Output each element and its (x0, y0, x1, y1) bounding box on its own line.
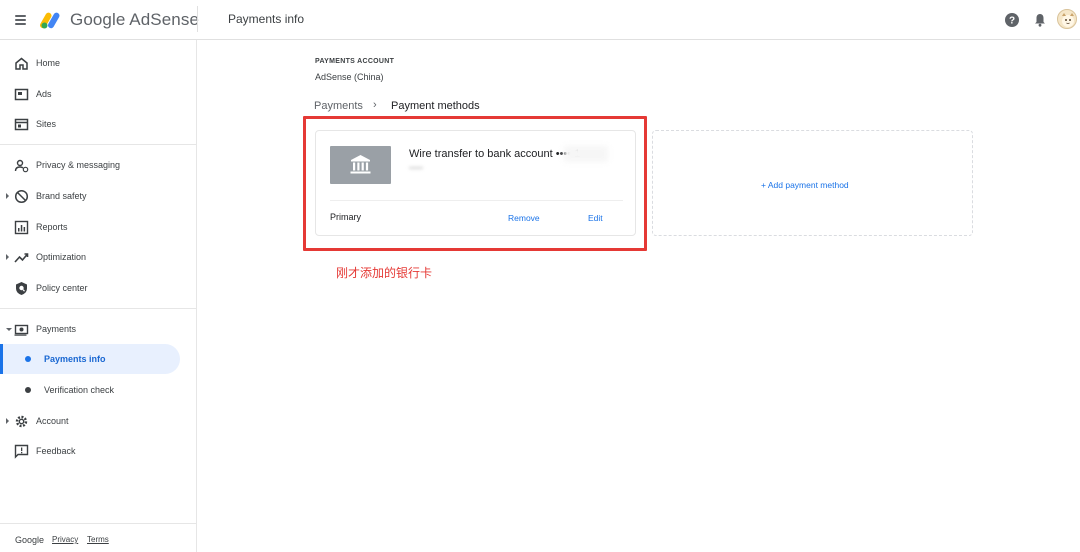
sidebar-item-brand-safety[interactable]: Brand safety (0, 181, 196, 211)
sidebar-item-policy-center[interactable]: Policy center (0, 273, 196, 303)
breadcrumb-current: Payment methods (391, 100, 480, 112)
sites-icon (14, 117, 29, 132)
sidebar-item-label: Verification check (44, 385, 115, 395)
topbar-divider (197, 6, 198, 32)
nav-divider (0, 144, 196, 145)
sidebar-item-label: Payments info (44, 354, 106, 364)
optimization-icon (14, 250, 29, 265)
chevron-down-icon (6, 327, 12, 331)
privacy-link[interactable]: Privacy (52, 535, 78, 544)
sidebar-item-ads[interactable]: Ads (0, 79, 196, 109)
sidebar: Home Ads Sites Privacy & messaging Brand… (0, 40, 197, 552)
sidebar-item-privacy-messaging[interactable]: Privacy & messaging (0, 150, 196, 180)
sidebar-item-label: Home (36, 58, 61, 68)
breadcrumb-separator: › (373, 99, 377, 111)
active-indicator (0, 344, 3, 374)
feedback-icon (14, 444, 29, 459)
menu-icon[interactable] (12, 10, 32, 30)
breadcrumb-payments-link[interactable]: Payments (314, 100, 363, 112)
reports-icon (14, 220, 29, 235)
sidebar-item-optimization[interactable]: Optimization (0, 242, 196, 272)
add-payment-method-button[interactable]: + Add payment method (761, 180, 849, 190)
sidebar-item-account[interactable]: Account (0, 406, 196, 436)
adsense-logo-icon (40, 10, 64, 30)
sidebar-item-label: Sites (36, 119, 57, 129)
sidebar-footer: Google Privacy Terms (0, 523, 196, 552)
sidebar-item-label: Reports (36, 222, 68, 232)
sidebar-item-label: Payments (36, 324, 77, 334)
home-icon (14, 56, 29, 71)
sidebar-item-label: Brand safety (36, 191, 87, 201)
sidebar-item-label: Privacy & messaging (36, 160, 121, 170)
sidebar-item-home[interactable]: Home (0, 48, 196, 78)
payments-icon (14, 322, 29, 337)
brand-safety-icon (14, 189, 29, 204)
annotation-highlight-box (303, 116, 647, 251)
bullet-icon (25, 356, 31, 362)
avatar[interactable] (1057, 9, 1077, 29)
policy-icon (14, 281, 29, 296)
chevron-right-icon (6, 418, 9, 424)
sidebar-item-label: Optimization (36, 252, 87, 262)
ads-icon (14, 87, 29, 102)
top-app-bar: Google AdSense Payments info ? (0, 0, 1080, 40)
annotation-text: 刚才添加的银行卡 (336, 266, 433, 280)
terms-link[interactable]: Terms (87, 535, 109, 544)
bullet-icon (25, 387, 31, 393)
adsense-logo[interactable]: Google AdSense (40, 7, 199, 33)
sidebar-item-sites[interactable]: Sites (0, 109, 196, 139)
add-payment-method-card[interactable]: + Add payment method (652, 130, 973, 236)
notifications-icon[interactable] (1032, 12, 1048, 28)
sidebar-item-label: Ads (36, 89, 52, 99)
sidebar-item-verification-check[interactable]: Verification check (0, 375, 180, 405)
privacy-icon (14, 158, 29, 173)
nav-divider (0, 308, 196, 309)
page-title: Payments info (228, 12, 305, 26)
footer-google-text: Google (15, 535, 45, 545)
help-icon[interactable]: ? (1004, 12, 1020, 28)
sidebar-item-label: Account (36, 416, 69, 426)
app-name: Google AdSense (70, 10, 199, 29)
svg-text:?: ? (1009, 16, 1015, 27)
sidebar-item-payments[interactable]: Payments (0, 314, 196, 344)
payments-account-name: AdSense (China) (315, 72, 384, 82)
sidebar-item-feedback[interactable]: Feedback (0, 436, 196, 466)
chevron-right-icon (6, 254, 9, 260)
sidebar-item-reports[interactable]: Reports (0, 212, 196, 242)
sidebar-item-label: Feedback (36, 446, 76, 456)
chevron-right-icon (6, 193, 9, 199)
payments-account-heading: PAYMENTS ACCOUNT (315, 58, 395, 65)
gear-icon (14, 414, 29, 429)
sidebar-item-label: Policy center (36, 283, 88, 293)
sidebar-item-payments-info[interactable]: Payments info (0, 344, 180, 374)
